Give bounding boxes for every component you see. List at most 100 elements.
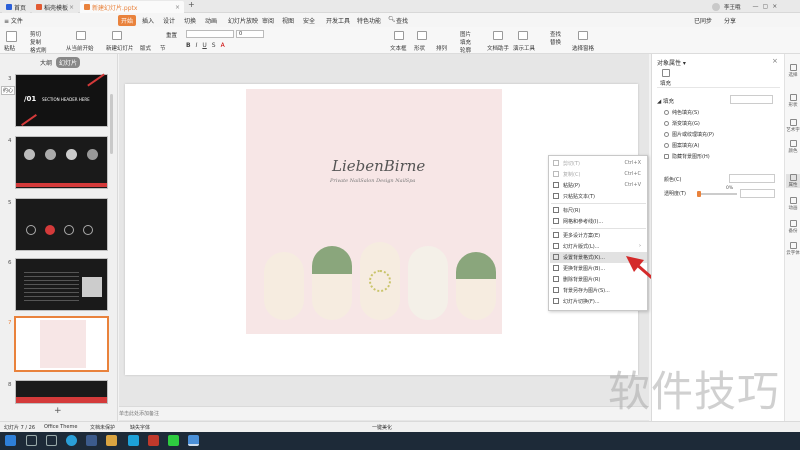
menu-developer[interactable]: 开发工具	[326, 16, 350, 25]
select-pane-icon[interactable]	[578, 31, 588, 40]
add-slide-button[interactable]: +	[54, 406, 62, 416]
tab-outline[interactable]: 大纲	[40, 58, 52, 67]
text-box-icon[interactable]	[394, 31, 404, 40]
menu-view[interactable]: 视图	[282, 16, 294, 25]
slide-thumbnail-7[interactable]	[14, 316, 109, 372]
copy-button[interactable]: 复制	[30, 38, 41, 46]
font-name-input[interactable]	[186, 30, 234, 38]
fill-bucket-icon[interactable]	[662, 69, 670, 77]
radio-circle[interactable]	[664, 132, 669, 137]
menu-slideshow[interactable]: 幻灯片放映	[228, 16, 258, 25]
new-slide-button[interactable]: 新建幻灯片	[106, 44, 134, 52]
tab-slides[interactable]: 幻灯片	[56, 57, 81, 68]
radio-pattern-fill[interactable]: 图案填充(A)	[664, 142, 699, 149]
menu-design[interactable]: 设计	[163, 16, 175, 25]
side-backup[interactable]: 备份	[786, 220, 800, 234]
paste-icon[interactable]	[6, 31, 17, 42]
strikethrough-icon[interactable]: S	[212, 42, 216, 49]
format-painter-button[interactable]: 格式刷	[30, 46, 47, 54]
slide-thumbnail-5[interactable]	[15, 198, 108, 251]
sync-status[interactable]: 已同步	[694, 16, 712, 25]
play-icon[interactable]	[76, 31, 86, 40]
tab-home[interactable]: 首页	[2, 1, 30, 13]
side-animation[interactable]: 动画	[786, 197, 800, 211]
radio-solid-fill[interactable]: 纯色填充(S)	[664, 109, 699, 116]
shape-button[interactable]: 形状	[414, 44, 425, 52]
app-icon[interactable]	[148, 435, 159, 446]
bold-icon[interactable]: B	[186, 42, 191, 49]
fill-section-header[interactable]: ◢ 填充	[657, 97, 674, 105]
search-icon[interactable]	[26, 435, 37, 446]
menu-insert[interactable]: 插入	[142, 16, 154, 25]
minimize-icon[interactable]: —	[753, 3, 759, 10]
arrange-button[interactable]: 排列	[436, 44, 447, 52]
close-tab-icon[interactable]: ×	[69, 4, 74, 11]
reset-button[interactable]: 重置	[166, 31, 177, 39]
close-tab-icon[interactable]: ×	[175, 4, 180, 11]
app-icon[interactable]	[128, 435, 139, 446]
radio-gradient-fill[interactable]: 渐变填充(G)	[664, 120, 700, 127]
side-cloud-font[interactable]: 云字体	[786, 242, 800, 256]
radio-circle[interactable]	[664, 143, 669, 148]
missing-font-status[interactable]: 缺失字体	[130, 424, 150, 431]
text-box-button[interactable]: 文本框	[390, 44, 407, 52]
paste-button[interactable]: 粘贴	[4, 44, 15, 52]
transparency-input[interactable]	[740, 189, 775, 198]
select-pane-button[interactable]: 选择窗格	[572, 44, 594, 52]
side-wordart[interactable]: 艺术字	[786, 119, 800, 133]
tab-document[interactable]: 新建幻灯片.pptx ×	[80, 1, 184, 13]
menu-item-copy[interactable]: 复制(C) Ctrl+C	[550, 169, 647, 180]
wps-icon[interactable]	[188, 435, 199, 446]
slide-thumbnail-3[interactable]: /01 SECTION HEADER HERE	[15, 73, 108, 127]
file-menu[interactable]: ≡ 文件	[4, 16, 23, 25]
checkbox[interactable]	[664, 154, 669, 159]
side-shape[interactable]: 形状	[786, 94, 800, 108]
task-view-icon[interactable]	[46, 435, 57, 446]
menu-review[interactable]: 审阅	[262, 16, 274, 25]
from-current-button[interactable]: 从当前开始	[66, 44, 94, 52]
notes-pane[interactable]: 单击此处添加备注	[119, 406, 649, 420]
folder-icon[interactable]	[106, 435, 117, 446]
menu-security[interactable]: 安全	[303, 16, 315, 25]
fill-type-select[interactable]	[730, 95, 773, 104]
menu-transition[interactable]: 切换	[184, 16, 196, 25]
menu-item-cut[interactable]: 剪切(T) Ctrl+X	[550, 158, 647, 169]
close-panel-icon[interactable]: ×	[772, 57, 778, 65]
new-tab-button[interactable]: +	[188, 0, 195, 9]
windows-start-icon[interactable]	[5, 435, 16, 446]
tab-fill[interactable]: 填充	[660, 79, 671, 87]
doc-protect-status[interactable]: 文档未保护	[90, 424, 115, 431]
side-color[interactable]: 颜色	[786, 140, 800, 154]
find-button[interactable]: 查找	[550, 30, 561, 38]
font-color-icon[interactable]: A	[221, 42, 225, 49]
maximize-icon[interactable]: ▢	[763, 3, 769, 10]
scrollbar[interactable]	[110, 94, 113, 154]
color-picker[interactable]	[729, 174, 775, 183]
search-label[interactable]: 查找	[396, 16, 408, 25]
outline-button[interactable]: 轮廓	[460, 46, 471, 54]
side-select[interactable]: 选择	[786, 64, 800, 78]
shape-icon[interactable]	[417, 31, 427, 40]
notes-placeholder[interactable]: 单击此处添加备注	[119, 410, 159, 417]
presenter-button[interactable]: 演示工具	[513, 44, 535, 52]
menu-item-grid[interactable]: 网格和参考线(I)...	[550, 216, 647, 227]
menu-item-paste-text[interactable]: 只粘贴文本(T)	[550, 191, 647, 202]
menu-animation[interactable]: 动画	[205, 16, 217, 25]
edge-icon[interactable]	[66, 435, 77, 446]
checkbox-hide-background[interactable]: 隐藏背景图形(H)	[664, 153, 710, 160]
slider-knob[interactable]	[697, 191, 701, 197]
menu-item-more-design[interactable]: 更多设计方案(E)	[550, 230, 647, 241]
doc-assist-button[interactable]: 文档助手	[487, 44, 509, 52]
underline-icon[interactable]: U	[202, 42, 206, 49]
slide-thumbnail-6[interactable]	[15, 258, 108, 311]
avatar[interactable]	[712, 2, 720, 11]
replace-button[interactable]: 替换	[550, 38, 561, 46]
cut-button[interactable]: 剪切	[30, 30, 41, 38]
section-button[interactable]: 节	[160, 44, 166, 52]
close-window-icon[interactable]: ×	[772, 3, 777, 10]
presenter-icon[interactable]	[518, 31, 528, 40]
tab-docer[interactable]: 稻壳模板 ×	[32, 1, 78, 13]
new-slide-icon[interactable]	[112, 31, 122, 40]
slide-thumbnail-8[interactable]	[15, 380, 108, 404]
doc-assist-icon[interactable]	[493, 31, 503, 40]
